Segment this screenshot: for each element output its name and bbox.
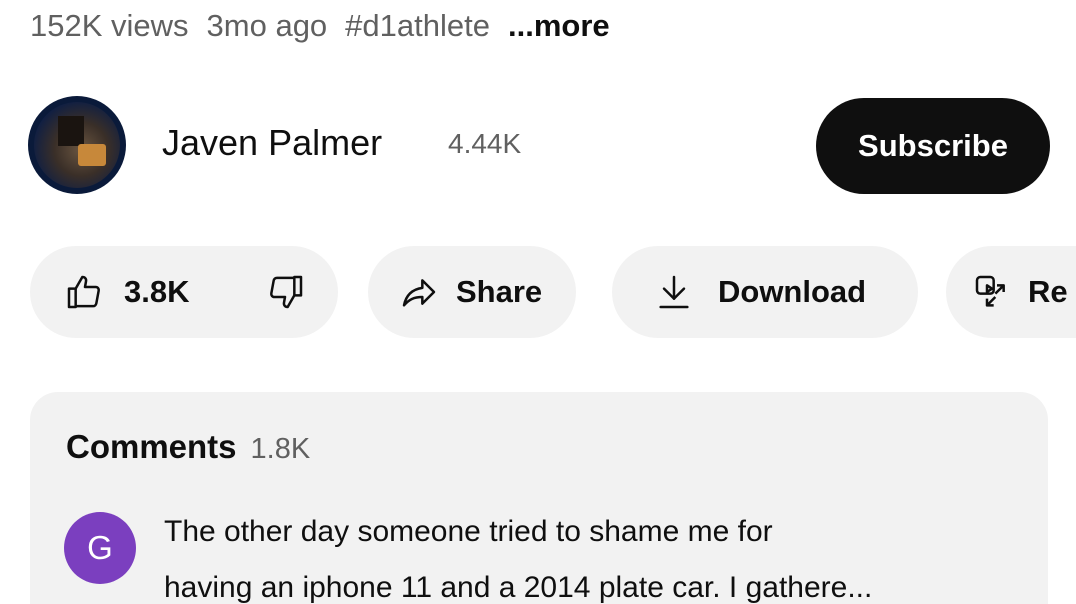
comment-line-1: The other day someone tried to shame me … xyxy=(164,515,773,548)
more-link[interactable]: ...more xyxy=(508,8,610,44)
commenter-avatar: G xyxy=(64,512,136,584)
share-label: Share xyxy=(456,274,543,309)
share-button[interactable]: Share xyxy=(368,246,576,338)
video-meta-line[interactable]: 152K views 3mo ago #d1athlete ...more xyxy=(30,4,610,48)
top-comment-text: The other day someone tried to shame me … xyxy=(164,504,1024,604)
download-label: Download xyxy=(718,274,867,309)
comments-header: Comments 1.8K xyxy=(66,428,310,466)
dislike-icon xyxy=(266,272,306,312)
channel-avatar[interactable] xyxy=(28,96,126,194)
like-count: 3.8K xyxy=(124,274,190,309)
channel-name[interactable]: Javen Palmer xyxy=(162,122,382,164)
comment-line-2: having an iphone 11 and a 2014 plate car… xyxy=(164,571,873,604)
dislike-button[interactable] xyxy=(266,246,306,338)
subscribe-button[interactable]: Subscribe xyxy=(816,98,1050,194)
subscriber-count: 4.44K xyxy=(448,128,522,159)
share-icon xyxy=(398,272,440,312)
remix-button[interactable]: Re xyxy=(946,246,1076,338)
download-icon xyxy=(654,272,694,312)
hashtag-link[interactable]: #d1athlete xyxy=(345,8,490,44)
comments-count: 1.8K xyxy=(250,433,311,465)
view-count: 152K views xyxy=(30,8,189,43)
remix-icon xyxy=(972,272,1012,312)
remix-label: Re xyxy=(1028,274,1068,309)
comments-title: Comments xyxy=(66,428,237,465)
video-details-panel: 152K views 3mo ago #d1athlete ...more Ja… xyxy=(0,0,1076,604)
comments-section[interactable]: Comments 1.8K G The other day someone tr… xyxy=(30,392,1048,604)
like-icon xyxy=(64,272,104,312)
like-dislike-group: 3.8K xyxy=(30,246,338,338)
upload-age: 3mo ago xyxy=(206,8,328,43)
download-button[interactable]: Download xyxy=(612,246,918,338)
like-button[interactable]: 3.8K xyxy=(30,246,189,338)
